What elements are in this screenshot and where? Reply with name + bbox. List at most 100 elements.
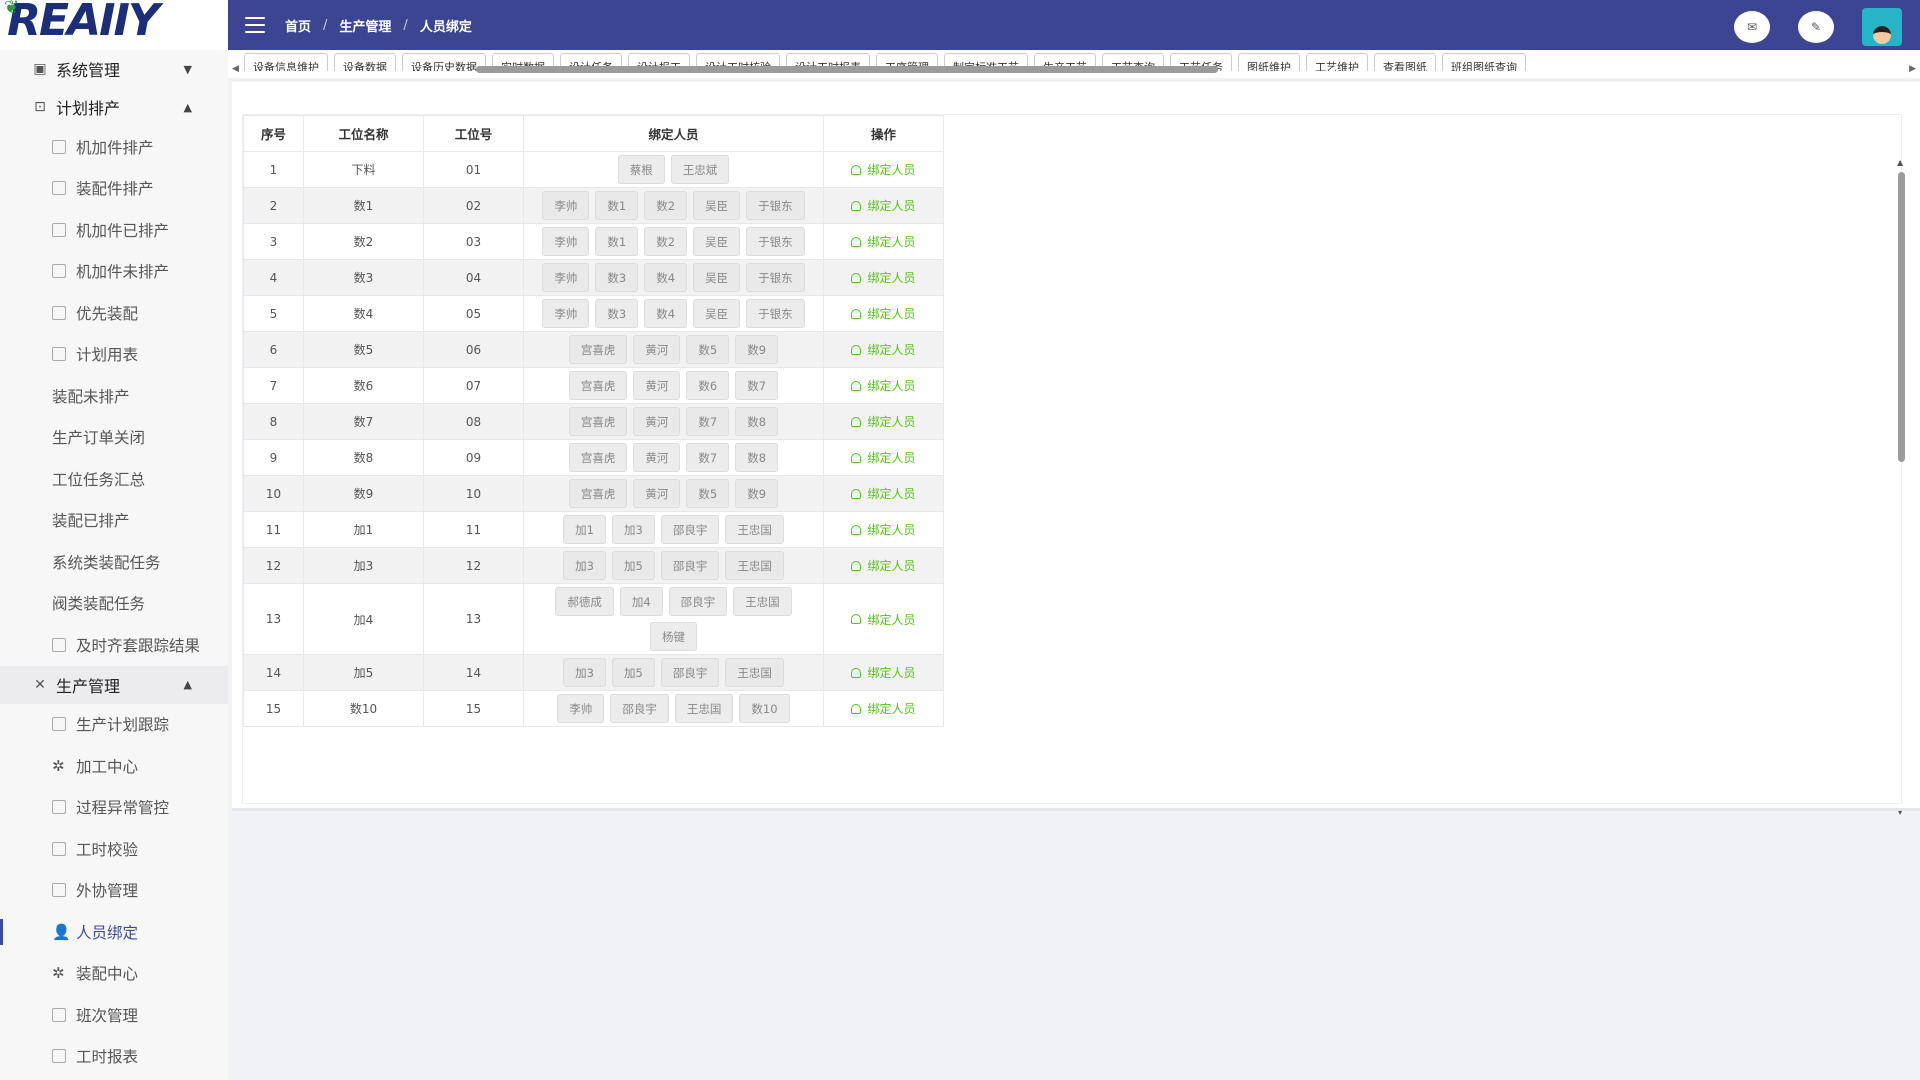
sidebar-item[interactable]: 过程异常管控 xyxy=(0,787,228,829)
bind-people-label: 绑定人员 xyxy=(867,666,916,680)
person-tag: 宫喜虎 xyxy=(568,371,628,400)
message-button[interactable]: ✉ xyxy=(1734,11,1770,43)
sidebar-item[interactable]: 机加件已排产 xyxy=(0,209,228,251)
user-icon xyxy=(851,524,862,535)
sidebar-group-label: 计划排产 xyxy=(56,99,121,118)
person-tag: 王忠国 xyxy=(733,587,792,616)
bind-people-button[interactable]: 绑定人员 xyxy=(851,664,916,681)
edit-button[interactable]: ✎ xyxy=(1798,11,1834,43)
person-tag: 李帅 xyxy=(542,263,590,292)
caret-up-icon: ▲ xyxy=(183,100,192,114)
breadcrumb-section[interactable]: 生产管理 xyxy=(339,16,391,35)
gear-icon: ✲ xyxy=(52,964,65,983)
bind-people-button[interactable]: 绑定人员 xyxy=(851,305,916,322)
bind-people-button[interactable]: 绑定人员 xyxy=(851,161,916,178)
person-tag: 加3 xyxy=(563,658,606,687)
user-icon xyxy=(851,344,862,355)
cell-operation: 绑定人员 xyxy=(823,511,944,548)
person-tag: 于银东 xyxy=(746,191,805,220)
cell-station-no: 05 xyxy=(423,295,524,332)
sidebar-item[interactable]: ✲ 装配中心 xyxy=(0,953,228,995)
sidebar-item[interactable]: 及时齐套跟踪结果 xyxy=(0,624,228,666)
bind-people-button[interactable]: 绑定人员 xyxy=(851,413,916,430)
person-tag: 于银东 xyxy=(746,263,805,292)
bind-people-button[interactable]: 绑定人员 xyxy=(851,557,916,574)
scroll-left-icon[interactable]: ◀ xyxy=(232,64,239,74)
person-tag: 数1 xyxy=(595,227,639,256)
bind-people-button[interactable]: 绑定人员 xyxy=(851,197,916,214)
bind-people-button[interactable]: 绑定人员 xyxy=(851,341,916,358)
document-icon xyxy=(52,883,66,898)
sidebar-item-label: 装配件排产 xyxy=(76,180,154,199)
sidebar-group[interactable]: ✕ 生产管理 ▲ xyxy=(0,665,228,704)
scrollbar-thumb[interactable] xyxy=(476,66,1218,73)
sidebar-item[interactable]: 生产订单关闭 xyxy=(0,417,228,459)
avatar[interactable] xyxy=(1862,8,1902,46)
bind-people-button[interactable]: 绑定人员 xyxy=(851,700,916,717)
sidebar-item[interactable]: 👤 人员绑定 xyxy=(0,911,228,953)
table-row: 12 加3 12 加3 加5 邵良宇 王忠国 绑定人员 xyxy=(243,547,944,584)
table-scrollbar[interactable]: ▲ ▼ xyxy=(1897,158,1906,816)
content-divider xyxy=(232,808,1920,811)
sidebar-item[interactable]: 工时报表 xyxy=(0,1036,228,1078)
person-tag: 加1 xyxy=(563,515,606,544)
bind-people-button[interactable]: 绑定人员 xyxy=(851,233,916,250)
user-icon: 👤 xyxy=(52,922,71,941)
menu-toggle-icon[interactable] xyxy=(245,17,265,33)
table-row: 6 数5 06 宫喜虎 黄河 数5 数9 绑定人员 xyxy=(243,331,944,368)
people-chips: 宫喜虎 黄河 数7 数8 xyxy=(524,440,823,475)
cell-bound-people: 加1 加3 邵良宇 王忠国 xyxy=(523,511,824,548)
sidebar-item[interactable]: 机加件排产 xyxy=(0,126,228,168)
sidebar-item-label: 工时报表 xyxy=(76,1048,139,1067)
person-tag: 数9 xyxy=(735,335,779,364)
cell-seq: 9 xyxy=(243,439,304,476)
breadcrumb: 首页 / 生产管理 / 人员绑定 xyxy=(285,16,472,35)
sidebar-item[interactable]: 计划用表 xyxy=(0,334,228,376)
bind-people-button[interactable]: 绑定人员 xyxy=(851,377,916,394)
bind-people-button[interactable]: 绑定人员 xyxy=(851,269,916,286)
bind-people-button[interactable]: 绑定人员 xyxy=(851,449,916,466)
person-tag: 王忠国 xyxy=(674,694,734,723)
sidebar-item-label: 外协管理 xyxy=(76,882,139,901)
cell-bound-people: 加3 加5 邵良宇 王忠国 xyxy=(523,654,824,691)
sidebar-item[interactable]: 装配件排产 xyxy=(0,168,228,210)
bind-people-button[interactable]: 绑定人员 xyxy=(851,521,916,538)
person-tag: 邵良宇 xyxy=(660,551,720,580)
scroll-right-icon[interactable]: ▶ xyxy=(1909,64,1916,74)
bind-people-button[interactable]: 绑定人员 xyxy=(851,611,916,628)
cell-station-name: 数2 xyxy=(303,223,424,260)
sidebar-group[interactable]: ▣ 系统管理 ▼ xyxy=(0,50,228,88)
document-icon xyxy=(52,264,66,279)
sidebar-item[interactable]: 阀类装配任务 xyxy=(0,583,228,625)
sidebar-item[interactable]: ✲ 加工中心 xyxy=(0,745,228,787)
sidebar-item[interactable]: 外协管理 xyxy=(0,870,228,912)
sidebar-item[interactable]: 工时校验 xyxy=(0,828,228,870)
scrollbar-thumb[interactable] xyxy=(1898,172,1905,462)
person-tag: 吴臣 xyxy=(693,191,741,220)
person-tag: 宫喜虎 xyxy=(568,335,628,364)
sidebar-item[interactable]: 机加件未排产 xyxy=(0,251,228,293)
person-tag: 邵良宇 xyxy=(660,515,720,544)
sidebar-group[interactable]: ⊡ 计划排产 ▲ xyxy=(0,88,228,126)
person-tag: 数10 xyxy=(739,694,790,723)
person-tag: 加5 xyxy=(612,658,655,687)
cell-bound-people: 加3 加5 邵良宇 王忠国 xyxy=(523,547,824,584)
breadcrumb-home[interactable]: 首页 xyxy=(285,16,311,35)
people-chips: 加3 加5 邵良宇 王忠国 xyxy=(524,655,823,690)
user-icon xyxy=(851,416,862,427)
sidebar-item[interactable]: 生产计划跟踪 xyxy=(0,704,228,746)
sidebar-item[interactable]: 工位任务汇总 xyxy=(0,458,228,500)
sidebar-item[interactable]: 优先装配 xyxy=(0,292,228,334)
tabs-scrollbar[interactable] xyxy=(246,66,1901,73)
user-icon xyxy=(851,488,862,499)
cell-operation: 绑定人员 xyxy=(823,690,944,727)
document-icon xyxy=(52,1049,66,1064)
sidebar-item[interactable]: 系统类装配任务 xyxy=(0,541,228,583)
sidebar-item[interactable]: 班次管理 xyxy=(0,994,228,1036)
bind-people-button[interactable]: 绑定人员 xyxy=(851,485,916,502)
sidebar-item[interactable]: 装配未排产 xyxy=(0,375,228,417)
scroll-up-icon[interactable]: ▲ xyxy=(1897,158,1903,167)
header-bound-people: 绑定人员 xyxy=(523,115,824,152)
cell-station-name: 加1 xyxy=(303,511,424,548)
sidebar-item[interactable]: 装配已排产 xyxy=(0,500,228,542)
